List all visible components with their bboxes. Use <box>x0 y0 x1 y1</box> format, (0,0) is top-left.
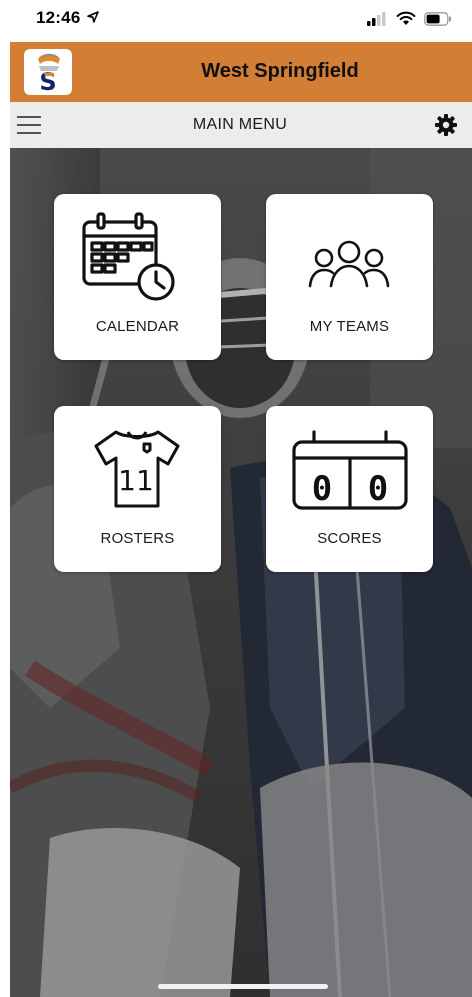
my-teams-tile-label: MY TEAMS <box>309 318 390 335</box>
menu-bar: MAIN MENU <box>10 102 472 148</box>
jersey-icon-wrap: 11 <box>54 424 221 514</box>
spartan-logo-icon: S <box>38 53 60 95</box>
status-time-text: 12:46 <box>36 8 81 27</box>
calendar-icon-wrap <box>54 212 221 302</box>
svg-text:S: S <box>39 68 56 95</box>
cellular-signal-icon <box>367 11 386 26</box>
calendar-tile[interactable]: CALENDAR <box>54 194 221 360</box>
lacrosse-background-image: CALENDAR MY TEAMS 11 ROSTERS 0 0 SCORES <box>10 148 472 997</box>
scoreboard-home-value: 0 <box>312 469 332 509</box>
menu-title: MAIN MENU <box>192 116 288 133</box>
hamburger-icon <box>17 116 41 134</box>
settings-button[interactable] <box>434 113 458 137</box>
calendar-tile-label: CALENDAR <box>95 318 180 335</box>
hamburger-menu-button[interactable] <box>16 112 42 138</box>
scoreboard-icon-wrap: 0 0 <box>266 424 433 514</box>
header-title: West Springfield <box>201 60 359 82</box>
status-bar: 12:46 <box>0 0 472 42</box>
calendar-icon <box>82 212 175 301</box>
status-time: 12:46 <box>36 8 100 28</box>
scores-tile[interactable]: 0 0 SCORES <box>266 406 433 572</box>
jersey-number: 11 <box>118 464 154 497</box>
gear-icon <box>435 114 457 136</box>
location-arrow-icon <box>87 11 100 23</box>
rosters-tile[interactable]: 11 ROSTERS <box>54 406 221 572</box>
home-indicator[interactable] <box>158 984 328 989</box>
rosters-tile-label: ROSTERS <box>100 530 175 547</box>
team-icon <box>308 240 390 288</box>
school-logo: S <box>24 49 72 95</box>
scoreboard-icon: 0 0 <box>292 430 408 510</box>
wifi-icon <box>396 11 415 26</box>
team-icon-wrap <box>266 212 433 302</box>
jersey-icon: 11 <box>94 430 180 508</box>
my-teams-tile[interactable]: MY TEAMS <box>266 194 433 360</box>
scores-tile-label: SCORES <box>317 530 382 547</box>
app-screen: 12:46 S West Springfield MAIN MENU CALEN… <box>0 0 472 997</box>
scoreboard-away-value: 0 <box>368 469 388 509</box>
app-header: S West Springfield <box>10 42 472 102</box>
battery-icon <box>424 11 451 26</box>
status-icons <box>367 10 452 30</box>
